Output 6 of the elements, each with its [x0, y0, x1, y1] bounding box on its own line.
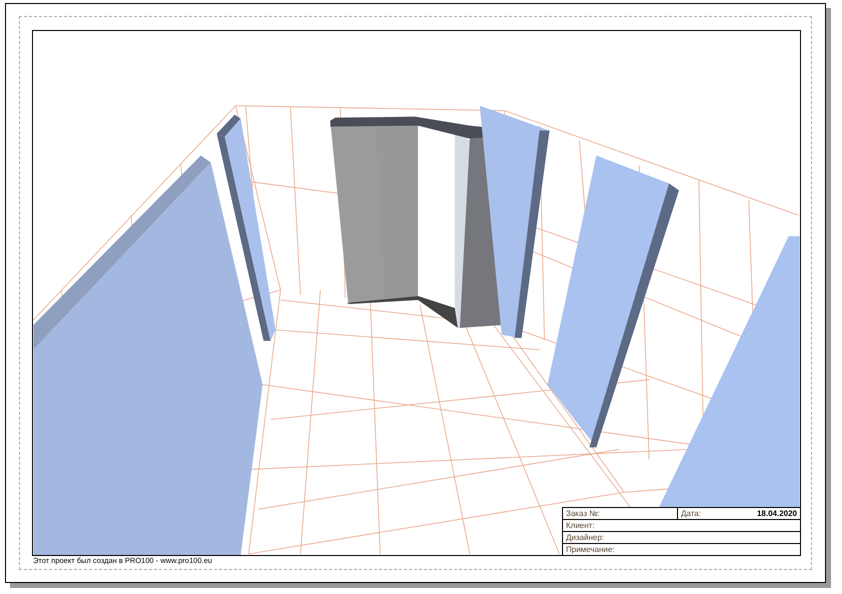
date-label: Дата:	[680, 509, 702, 518]
date-value: 18.04.2020	[756, 509, 798, 518]
order-label: Заказ №:	[565, 509, 602, 518]
field-label: Примечание:	[565, 545, 616, 554]
field-label: Дизайнер:	[565, 533, 606, 542]
field-label: Клиент:	[565, 521, 596, 530]
